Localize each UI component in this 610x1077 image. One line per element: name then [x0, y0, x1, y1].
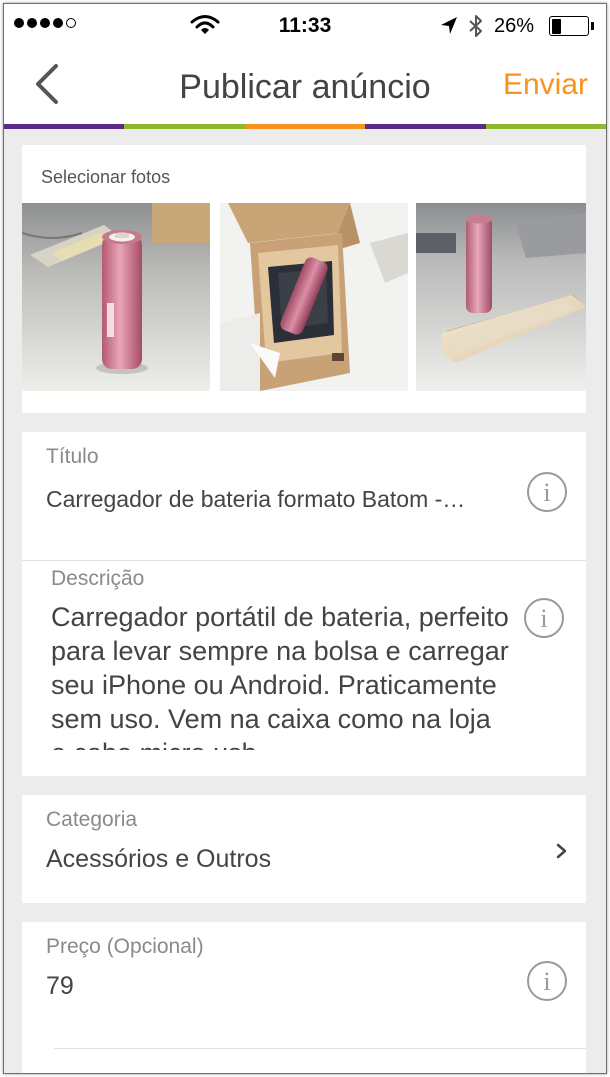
svg-text:i: i: [540, 604, 547, 633]
field-divider: [54, 1048, 586, 1049]
battery-with-phone-photo: [416, 203, 586, 391]
bluetooth-icon: [469, 15, 482, 37]
info-icon: i: [524, 598, 564, 638]
status-bar: 11:33 26%: [4, 4, 606, 48]
battery-percentage: 26%: [494, 15, 535, 37]
title-description-section: Título Carregador de bateria formato Bat…: [22, 432, 586, 776]
phone-screen: 11:33 26% Publicar anúncio Enviar Seleci…: [3, 3, 607, 1074]
stripe-segment: [124, 124, 245, 129]
photos-section: Selecionar fotos: [22, 145, 586, 413]
svg-text:i: i: [543, 478, 550, 507]
price-label: Preço (Opcional): [46, 935, 204, 958]
title-label: Título: [46, 445, 99, 468]
stripe-segment: [244, 124, 366, 129]
chevron-right-icon: [556, 843, 567, 859]
category-row[interactable]: Categoria Acessórios e Outros: [22, 795, 586, 903]
price-section: Preço (Opcional) 79 i: [22, 922, 586, 1073]
pink-battery-on-desk-photo: [22, 203, 210, 391]
photo-thumbnail-2[interactable]: [220, 203, 408, 391]
info-icon: i: [527, 472, 567, 512]
description-label: Descrição: [51, 567, 145, 590]
battery-in-box-photo: [220, 203, 408, 391]
stripe-segment: [365, 124, 486, 129]
navigation-bar: Publicar anúncio Enviar: [4, 48, 606, 124]
select-photos-label: Selecionar fotos: [41, 167, 171, 187]
battery-level-fill: [551, 18, 562, 34]
battery-cap: [591, 22, 594, 30]
brand-color-stripe: [4, 124, 606, 129]
title-info-button[interactable]: i: [526, 471, 568, 513]
send-button[interactable]: Enviar: [503, 68, 588, 102]
stripe-segment: [485, 124, 606, 129]
price-info-button[interactable]: i: [526, 960, 568, 1002]
category-label: Categoria: [46, 808, 138, 831]
info-icon: i: [527, 961, 567, 1001]
stripe-segment: [4, 124, 125, 129]
photo-thumbnail-1[interactable]: [22, 203, 210, 391]
description-info-button[interactable]: i: [523, 597, 565, 639]
photo-thumbnail-3[interactable]: [416, 203, 586, 391]
location-arrow-icon: [441, 17, 457, 34]
svg-text:i: i: [543, 967, 550, 996]
category-value: Acessórios e Outros: [46, 845, 272, 873]
description-field[interactable]: Carregador portátil de bateria, perfeito…: [51, 600, 511, 750]
field-divider: [22, 560, 586, 561]
price-field[interactable]: 79: [46, 972, 74, 1001]
battery-icon: [549, 16, 589, 36]
title-field[interactable]: Carregador de bateria formato Batom -…: [46, 486, 516, 513]
